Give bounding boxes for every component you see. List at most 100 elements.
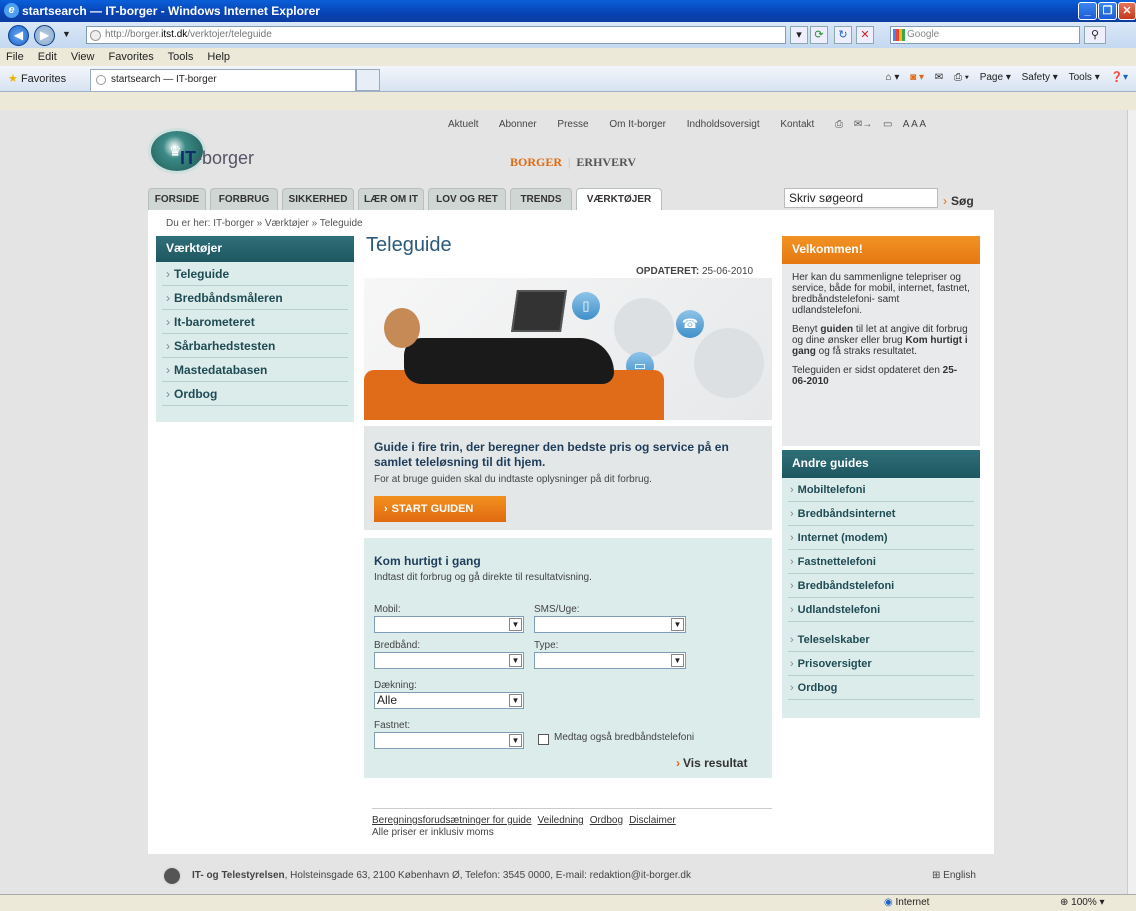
- compatibility-icon[interactable]: ⟳: [810, 26, 828, 44]
- tab-sikkerhed[interactable]: SIKKERHED: [282, 188, 354, 210]
- toplink-kontakt[interactable]: Kontakt: [780, 119, 814, 130]
- start-guide-button[interactable]: › START GUIDEN: [374, 496, 506, 522]
- guide-link-mobiltelefoni[interactable]: › Mobiltelefoni: [788, 478, 974, 502]
- toplink-aktuelt[interactable]: Aktuelt: [448, 119, 479, 130]
- browser-tab[interactable]: startsearch — IT-borger: [90, 69, 356, 91]
- site-brand[interactable]: IT-borger: [180, 148, 254, 169]
- tab-forbrug[interactable]: FORBRUG: [210, 188, 278, 210]
- safety-menu[interactable]: Safety ▾: [1022, 72, 1058, 83]
- help-icon[interactable]: ❓▾: [1111, 72, 1128, 83]
- zoom-label: 100%: [1071, 897, 1097, 908]
- menu-view[interactable]: View: [71, 51, 95, 63]
- tab-title: startsearch — IT-borger: [111, 74, 217, 85]
- guide-link-fastnettelefoni[interactable]: › Fastnettelefoni: [788, 550, 974, 574]
- zoom-icon: ⊕: [1060, 897, 1069, 908]
- audience-borger[interactable]: BORGER: [510, 155, 562, 169]
- menu-help[interactable]: Help: [207, 51, 230, 63]
- menu-tools[interactable]: Tools: [168, 51, 194, 63]
- chevron-right-icon: ›: [790, 682, 794, 694]
- left-nav-item-teleguide[interactable]: › Teleguide: [162, 262, 348, 286]
- feeds-icon[interactable]: ◙ ▾: [910, 72, 924, 83]
- guide-link-bredbaandsinternet[interactable]: › Bredbåndsinternet: [788, 502, 974, 526]
- show-result-button[interactable]: › Vis resultat: [676, 756, 747, 770]
- maximize-button[interactable]: ❐: [1098, 2, 1117, 20]
- fastnet-select[interactable]: ▼: [374, 732, 524, 749]
- back-button[interactable]: ◀: [8, 25, 29, 46]
- vertical-scrollbar[interactable]: [1127, 110, 1136, 894]
- toplink-presse[interactable]: Presse: [557, 119, 588, 130]
- person-shape: [404, 338, 614, 384]
- toplink-abonner[interactable]: Abonner: [499, 119, 537, 130]
- guide-link-bredbaandstelefoni[interactable]: › Bredbåndstelefoni: [788, 574, 974, 598]
- toplink-indhold[interactable]: Indholdsoversigt: [687, 119, 760, 130]
- audience-erhverv[interactable]: ERHVERV: [576, 155, 636, 169]
- home-icon[interactable]: ⌂ ▾: [886, 72, 900, 83]
- refresh-icon[interactable]: ↻: [834, 26, 852, 44]
- recent-pages-dropdown-icon[interactable]: ▼: [62, 29, 71, 39]
- bredband-select[interactable]: ▼: [374, 652, 524, 669]
- tab-vaerktoejer[interactable]: VÆRKTØJER: [576, 188, 662, 212]
- site-search-input[interactable]: Skriv søgeord: [784, 188, 938, 208]
- comment-icon[interactable]: ▭: [883, 119, 892, 130]
- print-icon[interactable]: ⎙ ▾: [954, 72, 969, 83]
- guide-link-udlandstelefoni[interactable]: › Udlandstelefoni: [788, 598, 974, 622]
- favorites-bar: ★ Favorites startsearch — IT-borger ⌂ ▾ …: [0, 66, 1136, 92]
- left-nav-item-ordbog[interactable]: › Ordbog: [162, 382, 348, 406]
- close-button[interactable]: ✕: [1118, 2, 1136, 20]
- stop-icon[interactable]: ✕: [856, 26, 874, 44]
- english-link[interactable]: ⊞ English: [932, 870, 976, 881]
- mobil-select[interactable]: ▼: [374, 616, 524, 633]
- english-label: English: [943, 870, 976, 881]
- left-nav-item-it-barometeret[interactable]: › It-barometeret: [162, 310, 348, 334]
- site-search-button[interactable]: › Søg: [943, 194, 974, 208]
- print-icon[interactable]: ⎙: [835, 119, 843, 130]
- menu-edit[interactable]: Edit: [38, 51, 57, 63]
- menu-favorites[interactable]: Favorites: [109, 51, 154, 63]
- address-dropdown-icon[interactable]: ▾: [790, 26, 808, 44]
- type-select[interactable]: ▼: [534, 652, 686, 669]
- forward-button[interactable]: ▶: [34, 25, 55, 46]
- daekning-select[interactable]: Alle ▼: [374, 692, 524, 709]
- chevron-right-icon: ›: [790, 508, 794, 520]
- tab-laer-om-it[interactable]: LÆR OM IT: [358, 188, 424, 210]
- chevron-down-icon: ▼: [509, 734, 522, 747]
- toplink-om[interactable]: Om It-borger: [609, 119, 666, 130]
- address-input[interactable]: http://borger.itst.dk/verktojer/teleguid…: [86, 26, 786, 44]
- quick-subtitle: Indtast dit forbrug og gå direkte til re…: [374, 572, 592, 583]
- mail-icon[interactable]: ✉: [935, 72, 943, 83]
- status-bar: ◉ Internet ⊕ 100% ▾: [0, 894, 1136, 910]
- footer-links: Beregningsforudsætninger for guide Veiled…: [372, 808, 772, 839]
- guide-link-teleselskaber[interactable]: › Teleselskaber: [788, 628, 974, 652]
- tab-lov-og-ret[interactable]: LOV OG RET: [428, 188, 506, 210]
- text-size-control[interactable]: A A A: [903, 119, 926, 130]
- welcome-heading: Velkommen!: [782, 236, 980, 264]
- search-input[interactable]: Google: [890, 26, 1080, 44]
- guide-link-prisoversigter[interactable]: › Prisoversigter: [788, 652, 974, 676]
- favorites-button[interactable]: ★ Favorites: [8, 72, 66, 85]
- search-icon[interactable]: ⚲: [1084, 26, 1106, 44]
- footer-link-disclaimer[interactable]: Disclaimer: [629, 815, 676, 826]
- left-nav-item-saarbarhedstesten[interactable]: › Sårbarhedstesten: [162, 334, 348, 358]
- guide-link-ordbog[interactable]: › Ordbog: [788, 676, 974, 700]
- zoom-control[interactable]: ⊕ 100% ▾: [1060, 895, 1105, 911]
- tools-menu[interactable]: Tools ▾: [1069, 72, 1100, 83]
- chevron-right-icon: ›: [790, 634, 794, 646]
- new-tab-button[interactable]: [356, 69, 380, 91]
- include-broadband-checkbox[interactable]: [538, 734, 549, 745]
- tab-trends[interactable]: TRENDS: [510, 188, 572, 210]
- menu-file[interactable]: File: [6, 51, 24, 63]
- guide-link-label: Prisoversigter: [797, 658, 872, 670]
- command-bar: ⌂ ▾ ◙ ▾ ✉ ⎙ ▾ Page ▾ Safety ▾ Tools ▾ ❓▾: [878, 72, 1128, 83]
- guide-link-internet-modem[interactable]: › Internet (modem): [788, 526, 974, 550]
- minimize-button[interactable]: _: [1078, 2, 1097, 20]
- footer-link-ordbog[interactable]: Ordbog: [590, 815, 623, 826]
- send-mail-icon[interactable]: ✉→: [854, 119, 872, 130]
- page-menu[interactable]: Page ▾: [980, 72, 1011, 83]
- tab-forside[interactable]: FORSIDE: [148, 188, 206, 210]
- left-nav-item-bredbaandsmaaleren[interactable]: › Bredbåndsmåleren: [162, 286, 348, 310]
- footer-link-vejledning[interactable]: Veiledning: [538, 815, 584, 826]
- sms-select[interactable]: ▼: [534, 616, 686, 633]
- other-guides-heading: Andre guides: [782, 450, 980, 478]
- left-nav-item-mastedatabasen[interactable]: › Mastedatabasen: [162, 358, 348, 382]
- footer-link-beregning[interactable]: Beregningsforudsætninger for guide: [372, 815, 532, 826]
